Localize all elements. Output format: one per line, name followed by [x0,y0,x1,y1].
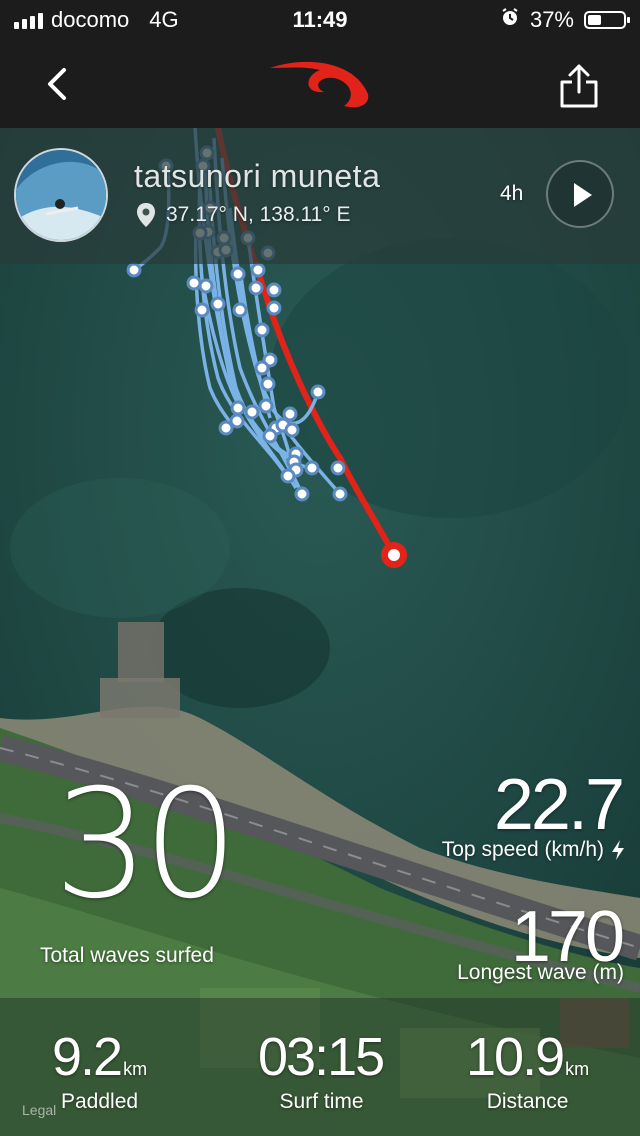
stat-value: 10.9 [466,1027,565,1087]
legal-link[interactable]: Legal [22,1102,56,1118]
battery-percent: 37% [529,7,574,32]
play-icon[interactable] [546,160,614,228]
top-speed-label: Top speed (km/h) [441,838,604,861]
lightning-icon [612,840,624,860]
back-icon[interactable] [36,62,80,106]
total-waves-value: 30 [53,758,239,932]
session-header: tatsunori muneta 37.17° N, 138.11° E 4h [0,128,640,264]
avatar[interactable] [14,148,108,242]
nav-bar [0,40,640,128]
alarm-icon [500,7,520,33]
stat-distance: 10.9 km Distance [466,1026,589,1114]
stat-value: 9.2 [52,1027,123,1087]
location-coords: 37.17° N, 138.11° E [166,203,351,226]
location-row: 37.17° N, 138.11° E [136,202,351,228]
bottom-stats: 9.2 km Paddled 03:15 Surf time 10.9 km Dis… [0,998,640,1136]
total-waves-label: Total waves surfed [40,944,214,967]
top-speed-value: 22.7 [493,765,625,845]
ripcurl-logo [270,61,369,108]
stat-label: Surf time [279,1090,364,1113]
top-speed-row: Top speed (km/h) [442,838,626,862]
stat-value: 03:15 [258,1027,385,1087]
stat-unit: km [123,1059,148,1079]
status-bar: docomo 4G 11:49 37% [0,0,640,40]
location-pin-icon [137,203,155,227]
stat-unit: km [565,1059,590,1079]
stat-label: Paddled [61,1090,139,1113]
stat-label: Distance [486,1090,569,1113]
session-duration: 4h [500,182,524,205]
stat-paddled: 9.2 km Paddled [52,1026,147,1114]
longest-wave-label: Longest wave (m) [457,961,624,984]
surfer-name: tatsunori muneta [134,158,381,194]
share-icon[interactable] [556,62,602,110]
battery-icon [584,11,630,29]
stat-surf-time: 03:15 Surf time [258,1026,385,1114]
